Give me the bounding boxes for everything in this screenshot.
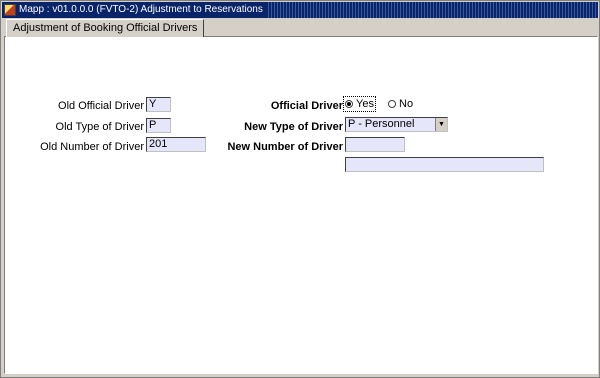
chevron-down-icon[interactable]: ▼ bbox=[435, 118, 447, 131]
driver-name-field[interactable] bbox=[345, 157, 544, 172]
title-group: Mapp : v01.0.0.0 (FVTO-2) Adjustment to … bbox=[4, 2, 267, 18]
new-number-of-driver-label: New Number of Driver bbox=[227, 141, 343, 153]
tab-bar: Adjustment of Booking Official Drivers bbox=[3, 19, 599, 37]
new-type-of-driver-select[interactable]: P - Personnel ▼ bbox=[345, 117, 448, 132]
title-bar: Mapp : v01.0.0.0 (FVTO-2) Adjustment to … bbox=[2, 2, 598, 18]
old-number-of-driver-label: Old Number of Driver bbox=[40, 141, 144, 153]
tab-adjustment-booking-official-drivers[interactable]: Adjustment of Booking Official Drivers bbox=[6, 19, 205, 37]
window-title: Mapp : v01.0.0.0 (FVTO-2) Adjustment to … bbox=[19, 4, 263, 15]
app-icon bbox=[4, 4, 16, 16]
old-official-driver-label: Old Official Driver bbox=[58, 100, 144, 112]
radio-unselected-icon bbox=[388, 100, 396, 108]
old-number-of-driver-field[interactable]: 201 bbox=[146, 137, 206, 152]
tab-label: Adjustment of Booking Official Drivers bbox=[13, 22, 198, 34]
official-driver-yes-radio[interactable]: Yes bbox=[343, 96, 376, 112]
official-driver-no-radio[interactable]: No bbox=[388, 98, 413, 110]
radio-selected-icon bbox=[345, 100, 353, 108]
old-type-of-driver-field[interactable]: P bbox=[146, 118, 171, 133]
new-type-selected-value: P - Personnel bbox=[348, 118, 415, 130]
official-driver-no-label: No bbox=[399, 98, 414, 110]
app-window: Mapp : v01.0.0.0 (FVTO-2) Adjustment to … bbox=[0, 0, 600, 378]
new-type-of-driver-label: New Type of Driver bbox=[244, 121, 343, 133]
new-number-of-driver-field[interactable] bbox=[345, 137, 405, 152]
old-type-of-driver-label: Old Type of Driver bbox=[55, 121, 144, 133]
official-driver-yes-label: Yes bbox=[356, 98, 374, 110]
form-panel: Old Official Driver Y Old Type of Driver… bbox=[4, 36, 598, 374]
old-official-driver-field[interactable]: Y bbox=[146, 97, 171, 112]
official-driver-label: Official Driver bbox=[270, 100, 343, 112]
